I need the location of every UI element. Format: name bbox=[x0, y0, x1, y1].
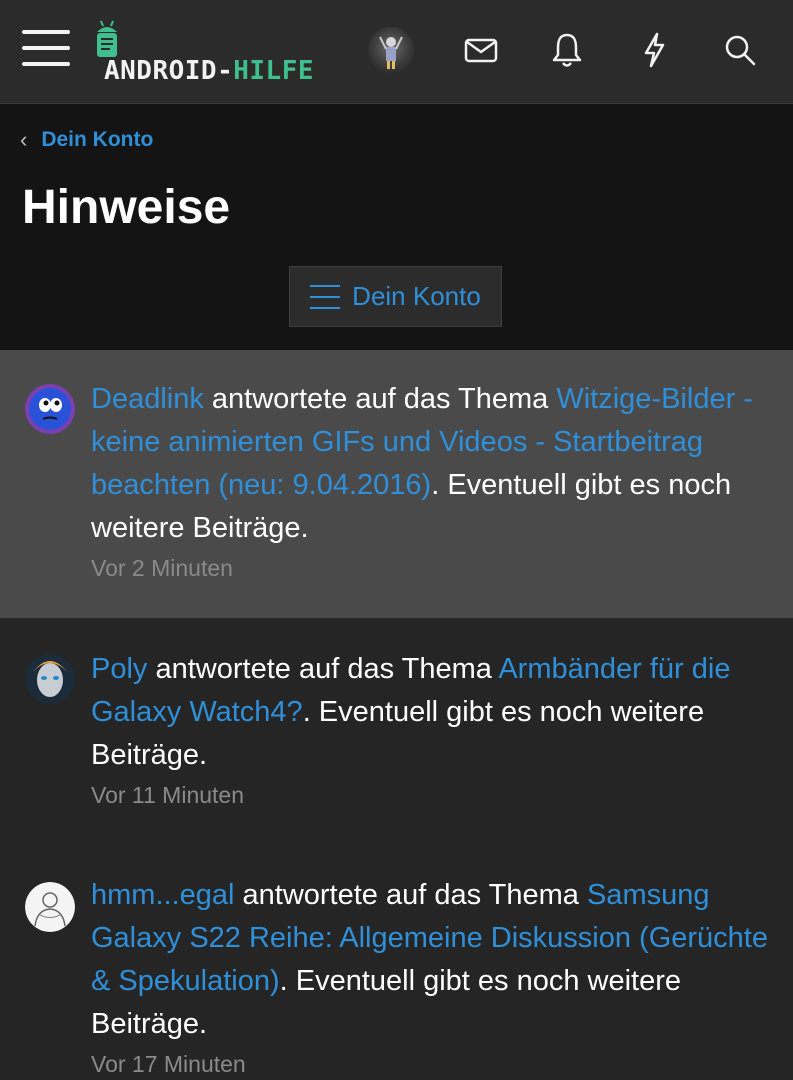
search-icon[interactable] bbox=[722, 30, 758, 70]
top-bar: ANDROID-HILFE bbox=[0, 0, 793, 104]
menu-icon[interactable] bbox=[22, 30, 70, 70]
envelope-icon[interactable] bbox=[463, 30, 499, 70]
alert-time: Vor 2 Minuten bbox=[91, 555, 233, 581]
breadcrumb[interactable]: ‹ Dein Konto bbox=[20, 128, 153, 152]
alert-item[interactable]: Deadlink antwortete auf das Thema Witzig… bbox=[0, 350, 793, 618]
user-avatar[interactable] bbox=[368, 27, 414, 73]
alert-time: Vor 11 Minuten bbox=[91, 782, 245, 808]
page-header: ‹ Dein Konto Hinweise Dein Konto bbox=[0, 104, 793, 350]
alert-time: Vor 17 Minuten bbox=[91, 1051, 246, 1077]
account-menu-label: Dein Konto bbox=[352, 281, 481, 311]
alert-text: Poly antwortete auf das Thema Armbänder … bbox=[91, 648, 771, 810]
list-icon bbox=[310, 284, 341, 309]
alert-text: hmm...egal antwortete auf das Thema Sams… bbox=[91, 874, 771, 1079]
alert-user-link[interactable]: Poly bbox=[91, 653, 147, 685]
alert-item[interactable]: Poly antwortete auf das Thema Armbänder … bbox=[0, 618, 793, 846]
page-title: Hinweise bbox=[22, 181, 231, 234]
alert-text: Deadlink antwortete auf das Thema Witzig… bbox=[91, 378, 771, 583]
alert-user-link[interactable]: Deadlink bbox=[91, 383, 204, 415]
avatar[interactable] bbox=[25, 384, 75, 434]
account-menu-button[interactable]: Dein Konto bbox=[289, 266, 502, 327]
android-robot-icon bbox=[97, 20, 117, 57]
chevron-left-icon: ‹ bbox=[20, 127, 28, 152]
bell-icon[interactable] bbox=[549, 30, 585, 70]
breadcrumb-link[interactable]: Dein Konto bbox=[41, 128, 153, 152]
alert-user-link[interactable]: hmm...egal bbox=[91, 879, 234, 911]
avatar[interactable] bbox=[25, 882, 75, 932]
site-logo[interactable]: ANDROID-HILFE bbox=[94, 20, 314, 90]
lightning-icon[interactable] bbox=[636, 30, 672, 70]
logo-text: ANDROID-HILFE bbox=[104, 56, 315, 86]
alert-item[interactable]: hmm...egal antwortete auf das Thema Sams… bbox=[0, 846, 793, 1080]
avatar[interactable] bbox=[25, 654, 75, 704]
